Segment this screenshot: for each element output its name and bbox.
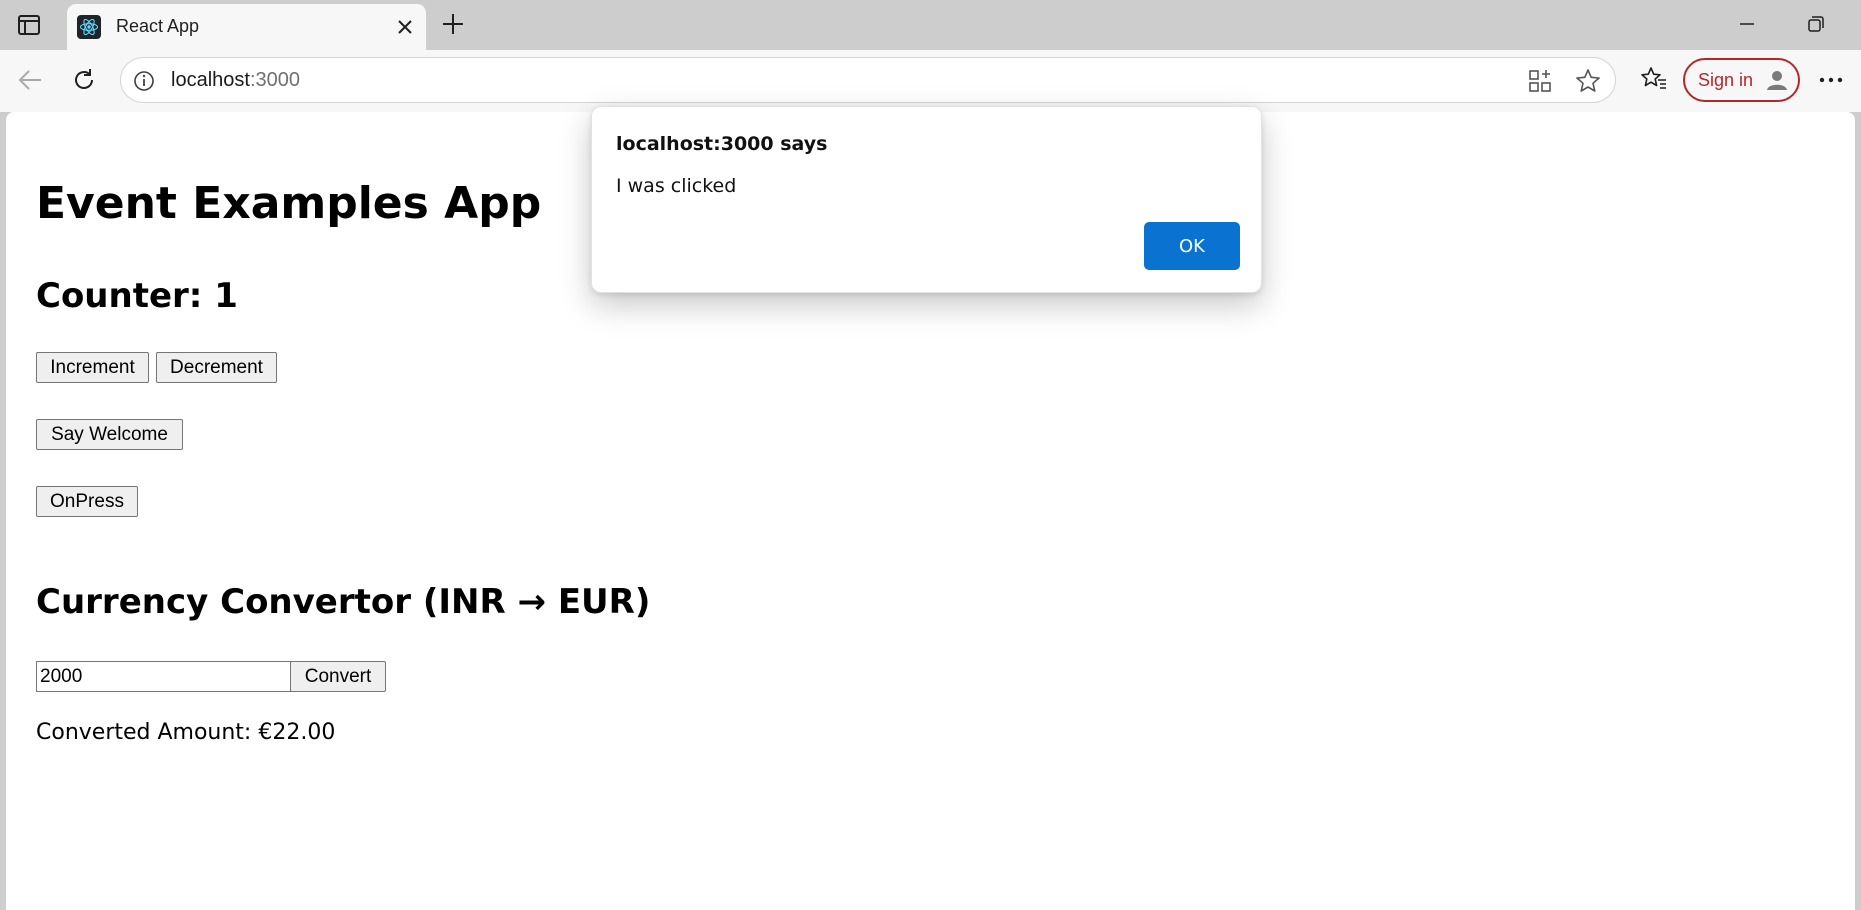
counter-heading: Counter: 1 [36, 276, 238, 316]
close-icon[interactable] [394, 16, 416, 38]
alert-dialog: localhost:3000 says I was clicked OK [591, 106, 1262, 293]
info-icon[interactable] [131, 68, 157, 94]
restore-icon[interactable] [1800, 10, 1832, 38]
minimize-icon[interactable] [1731, 10, 1763, 38]
app-title: Event Examples App [36, 178, 542, 229]
converted-amount: Converted Amount: €22.00 [36, 720, 336, 745]
decrement-button[interactable]: Decrement [156, 352, 277, 383]
currency-convertor-heading: Currency Convertor (INR → EUR) [36, 582, 651, 622]
amount-input[interactable] [36, 661, 291, 692]
favorites-icon[interactable] [1638, 63, 1670, 95]
url-port: :3000 [249, 69, 300, 91]
apps-icon[interactable] [1526, 68, 1554, 94]
convert-button[interactable]: Convert [290, 661, 386, 692]
say-welcome-button[interactable]: Say Welcome [36, 419, 183, 450]
onpress-button[interactable]: OnPress [36, 486, 138, 517]
more-icon[interactable] [1815, 64, 1847, 96]
tab-title: React App [116, 16, 200, 36]
browser-tab[interactable]: React App [67, 4, 426, 50]
sign-in-button[interactable]: Sign in [1683, 58, 1800, 102]
react-logo-icon [77, 15, 101, 39]
increment-button[interactable]: Increment [36, 352, 149, 383]
profile-icon [1767, 71, 1787, 90]
tab-actions-icon[interactable] [12, 11, 46, 39]
back-arrow-icon[interactable] [12, 62, 48, 98]
sign-in-label: Sign in [1698, 69, 1754, 90]
url-text: localhost:3000 [171, 69, 300, 92]
dialog-message: I was clicked [616, 175, 737, 197]
plus-icon[interactable] [439, 10, 467, 38]
address-bar[interactable]: localhost:3000 [120, 57, 1616, 103]
star-icon[interactable] [1574, 68, 1602, 94]
browser-toolbar: localhost:3000 Sign in [0, 50, 1861, 112]
url-host: localhost [171, 69, 250, 91]
ok-button[interactable]: OK [1144, 222, 1240, 270]
dialog-title: localhost:3000 says [616, 133, 828, 155]
browser-tab-bar: React App [0, 0, 1861, 50]
reload-icon[interactable] [66, 62, 102, 98]
